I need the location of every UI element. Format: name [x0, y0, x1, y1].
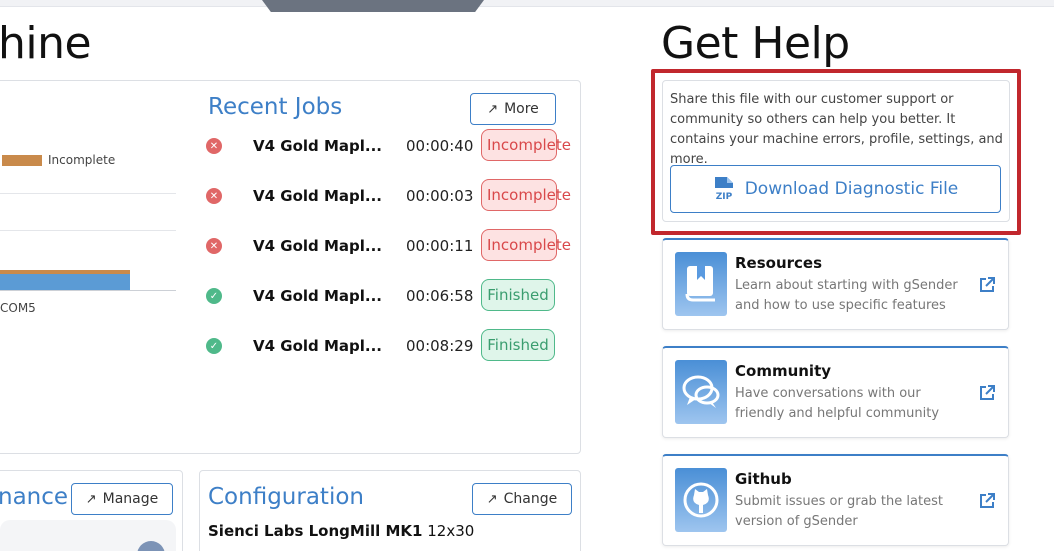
chart-baseline: [0, 290, 176, 291]
job-status-badge: Finished: [481, 329, 555, 361]
resources-card[interactable]: Resources Learn about starting with gSen…: [662, 238, 1009, 330]
job-row[interactable]: ✕ V4 Gold Mapl... 00:00:11 Incomplete: [206, 228, 576, 264]
community-title: Community: [735, 362, 832, 380]
more-button[interactable]: ↗ More: [470, 93, 556, 125]
job-name: V4 Gold Mapl...: [253, 337, 383, 355]
job-status-badge: Incomplete: [481, 129, 571, 161]
job-duration: 00:00:11: [406, 237, 474, 255]
job-name: V4 Gold Mapl...: [253, 237, 383, 255]
external-link-icon[interactable]: [978, 492, 996, 510]
job-status-badge: Finished: [481, 279, 555, 311]
community-card[interactable]: Community Have conversations with our fr…: [662, 346, 1009, 438]
job-row[interactable]: ✓ V4 Gold Mapl... 00:06:58 Finished: [206, 278, 576, 314]
job-name: V4 Gold Mapl...: [253, 187, 383, 205]
change-button-label: Change: [503, 491, 558, 507]
job-row[interactable]: ✓ V4 Gold Mapl... 00:08:29 Finished: [206, 328, 576, 364]
error-circle-icon: ✕: [206, 188, 222, 204]
error-circle-icon: ✕: [206, 238, 222, 254]
machine-info: Sienci Labs LongMill MK1 12x30: [208, 522, 474, 540]
change-button[interactable]: ↗ Change: [472, 483, 572, 515]
github-title: Github: [735, 470, 792, 488]
external-link-icon[interactable]: [978, 384, 996, 402]
community-description: Have conversations with our friendly and…: [735, 386, 940, 421]
job-name: V4 Gold Mapl...: [253, 137, 383, 155]
manage-button-label: Manage: [102, 491, 159, 507]
external-link-icon[interactable]: [978, 276, 996, 294]
chart-bar-finished: [0, 274, 130, 290]
external-arrow-icon: ↗: [85, 491, 97, 507]
machine-heading: hine: [0, 18, 92, 69]
jobs-chart: [0, 88, 180, 328]
more-button-label: More: [504, 101, 539, 117]
chart-gridline: [0, 193, 176, 194]
maintenance-title: nance: [0, 484, 69, 510]
get-help-heading: Get Help: [661, 18, 850, 69]
error-circle-icon: ✕: [206, 138, 222, 154]
top-bar: [0, 0, 1054, 7]
machine-name: Sienci Labs LongMill MK1: [208, 522, 423, 540]
tab-notch[interactable]: [262, 0, 484, 12]
job-duration: 00:00:03: [406, 187, 474, 205]
chart-gridline: [0, 230, 176, 231]
resources-title: Resources: [735, 254, 823, 272]
resources-description: Learn about starting with gSender and ho…: [735, 278, 958, 313]
book-icon: [675, 252, 727, 316]
recent-jobs-title: Recent Jobs: [208, 94, 343, 120]
highlight-annotation: [651, 69, 1021, 235]
github-card[interactable]: Github Submit issues or grab the latest …: [662, 454, 1009, 546]
chat-icon: [675, 360, 727, 424]
external-arrow-icon: ↗: [487, 101, 499, 117]
job-duration: 00:08:29: [406, 337, 474, 355]
job-duration: 00:06:58: [406, 287, 474, 305]
job-status-badge: Incomplete: [481, 179, 571, 211]
machine-size: 12x30: [427, 522, 475, 540]
external-arrow-icon: ↗: [486, 491, 498, 507]
job-row[interactable]: ✕ V4 Gold Mapl... 00:00:40 Incomplete: [206, 128, 576, 164]
job-row[interactable]: ✕ V4 Gold Mapl... 00:00:03 Incomplete: [206, 178, 576, 214]
chart-x-tick: COM5: [0, 301, 36, 315]
configuration-title: Configuration: [208, 484, 364, 510]
job-duration: 00:00:40: [406, 137, 474, 155]
job-name: V4 Gold Mapl...: [253, 287, 383, 305]
legend-label-incomplete: Incomplete: [48, 153, 116, 167]
manage-button[interactable]: ↗ Manage: [71, 483, 173, 515]
job-status-badge: Incomplete: [481, 229, 571, 261]
check-circle-icon: ✓: [206, 288, 222, 304]
legend-swatch-incomplete: [2, 155, 42, 166]
check-circle-icon: ✓: [206, 338, 222, 354]
github-description: Submit issues or grab the latest version…: [735, 494, 943, 529]
github-icon: [675, 468, 727, 532]
